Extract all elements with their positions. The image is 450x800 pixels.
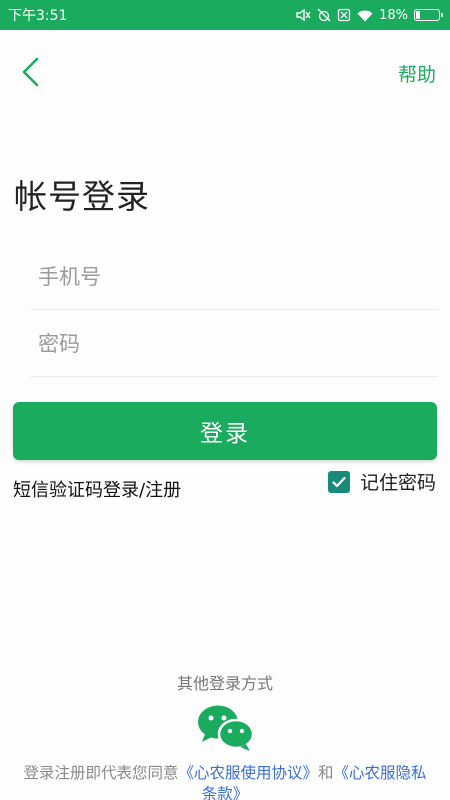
agreement-prefix: 登录注册即代表您同意 [23,764,179,782]
battery-percent: 18% [379,7,408,23]
password-field [30,311,438,377]
terms-link[interactable]: 《心农服使用协议》 [178,764,318,782]
alarm-off-icon [317,8,331,22]
remember-password-label: 记住密码 [359,472,436,494]
privacy-link-line2: 条款》 [201,785,249,800]
remember-checkbox[interactable] [327,470,350,493]
back-button[interactable] [14,54,46,90]
login-button[interactable]: 登录 [13,402,437,460]
wechat-icon [198,705,255,751]
mute-icon [295,8,311,22]
phone-field [30,244,438,310]
checkmark-icon [332,476,346,487]
agreement-text: 登录注册即代表您同意《心农服使用协议》和《心农服隐私条款》 [0,763,450,800]
privacy-link-line1: 《心农服隐私 [333,764,427,782]
password-input[interactable] [30,311,438,376]
status-bar: 下午3:51 18% [0,0,450,30]
battery-icon [414,9,443,21]
login-screen: 下午3:51 18% 帮助 帐号登录 手机号 登录 短信验证码登录/注册 记住密… [0,0,450,800]
remember-password-toggle[interactable]: 记住密码 [327,468,436,495]
other-login-label: 其他登录方式 [176,674,273,693]
wechat-login-button[interactable] [196,702,256,752]
battery-level [416,11,420,19]
sim-off-icon [337,8,351,22]
agreement-and: 和 [318,764,334,782]
sms-login-link[interactable]: 短信验证码登录/注册 [13,476,181,502]
wifi-icon [357,9,373,22]
help-link[interactable]: 帮助 [398,60,436,87]
status-icons: 18% [295,7,443,23]
page-title: 帐号登录 [14,177,150,216]
chevron-left-icon [22,57,39,87]
phone-input[interactable] [30,244,438,309]
status-time: 下午3:51 [8,8,68,24]
